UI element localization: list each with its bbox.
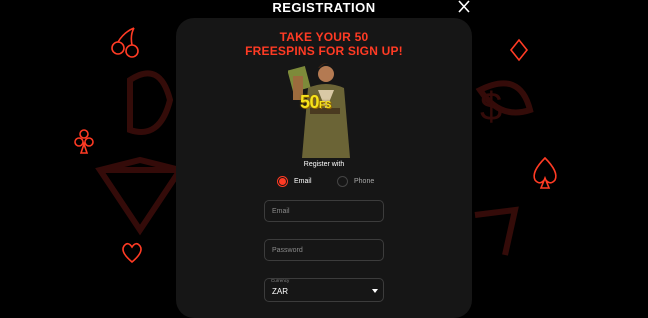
currency-value: ZAR [272,287,288,296]
spade-icon [533,156,557,189]
promo-banner: TAKE YOUR 50 FREESPINS FOR SIGN UP! [176,30,472,58]
radio-phone-label: Phone [354,177,375,185]
close-icon[interactable] [456,0,472,14]
email-placeholder: Email [272,207,290,215]
diamond-suit-icon [509,38,529,62]
badge-suffix: FS [319,100,331,111]
promo-line-1: TAKE YOUR 50 [279,30,369,44]
currency-select[interactable]: Currency ZAR [264,278,384,302]
blurred-dollar-shape: $ [480,85,502,129]
chevron-down-icon[interactable] [372,289,378,293]
radio-email[interactable]: Email [277,174,312,188]
radio-phone[interactable]: Phone [337,174,374,188]
radio-email-label: Email [294,177,312,185]
blurred-seven-shape [474,206,519,256]
currency-caption: Currency [271,278,290,283]
blurred-diamond-shape [95,156,185,236]
badge-number: 50 [300,92,320,112]
password-field[interactable]: Password [264,239,384,261]
radio-phone-indicator[interactable] [337,175,348,187]
heart-icon [122,242,142,264]
blurred-cherry-shape [127,70,174,135]
promo-line-2: FREESPINS FOR SIGN UP! [245,44,403,58]
password-placeholder: Password [272,246,303,254]
email-field[interactable]: Email [264,200,384,222]
cherry-icon [111,27,139,58]
page-title: REGISTRATION [272,0,376,15]
free-spins-badge: 50FS [300,92,331,113]
radio-email-indicator[interactable] [277,175,288,187]
register-with-label: Register with [303,161,345,168]
club-icon [74,129,94,154]
